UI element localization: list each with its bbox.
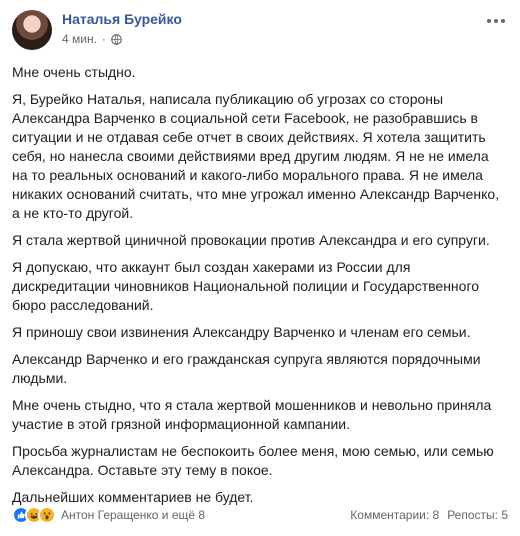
post-header: Наталья Бурейко 4 мин. · (12, 10, 508, 58)
author-name[interactable]: Наталья Бурейко (62, 11, 182, 27)
post-text: Мне очень стыдно. Я, Бурейко Наталья, на… (12, 63, 504, 515)
post-paragraph: Просьба журналистам не беспокоить более … (12, 443, 494, 478)
wow-icon[interactable] (38, 506, 56, 524)
post-meta: 4 мин. · (62, 32, 122, 46)
post-paragraph: Мне очень стыдно. (12, 64, 136, 80)
globe-icon[interactable] (111, 33, 122, 45)
reaction-icons[interactable] (12, 506, 56, 524)
comments-count[interactable]: Комментарии: 8 (350, 508, 439, 522)
more-options-icon[interactable] (484, 12, 508, 30)
author-avatar[interactable] (12, 10, 52, 50)
post-paragraph: Александр Варченко и его гражданская суп… (12, 351, 481, 386)
post-paragraph: Я стала жертвой циничной провокации прот… (12, 232, 490, 248)
shares-count[interactable]: Репосты: 5 (447, 508, 508, 522)
post-paragraph: Я допускаю, что аккаунт был создан хакер… (12, 259, 480, 313)
facebook-post: Наталья Бурейко 4 мин. · Мне очень стыдн… (0, 0, 520, 536)
reactors-text[interactable]: Антон Геращенко и ещё 8 (61, 508, 205, 522)
engagement-counts: Комментарии: 8 Репосты: 5 (350, 508, 508, 522)
post-paragraph: Я приношу свои извинения Александру Варч… (12, 324, 471, 340)
meta-separator: · (101, 32, 106, 46)
post-time[interactable]: 4 мин. (62, 32, 97, 46)
post-paragraph: Я, Бурейко Наталья, написала публикацию … (12, 91, 500, 221)
post-footer: Антон Геращенко и ещё 8 Комментарии: 8 Р… (12, 503, 508, 527)
post-paragraph: Мне очень стыдно, что я стала жертвой мо… (12, 397, 492, 432)
